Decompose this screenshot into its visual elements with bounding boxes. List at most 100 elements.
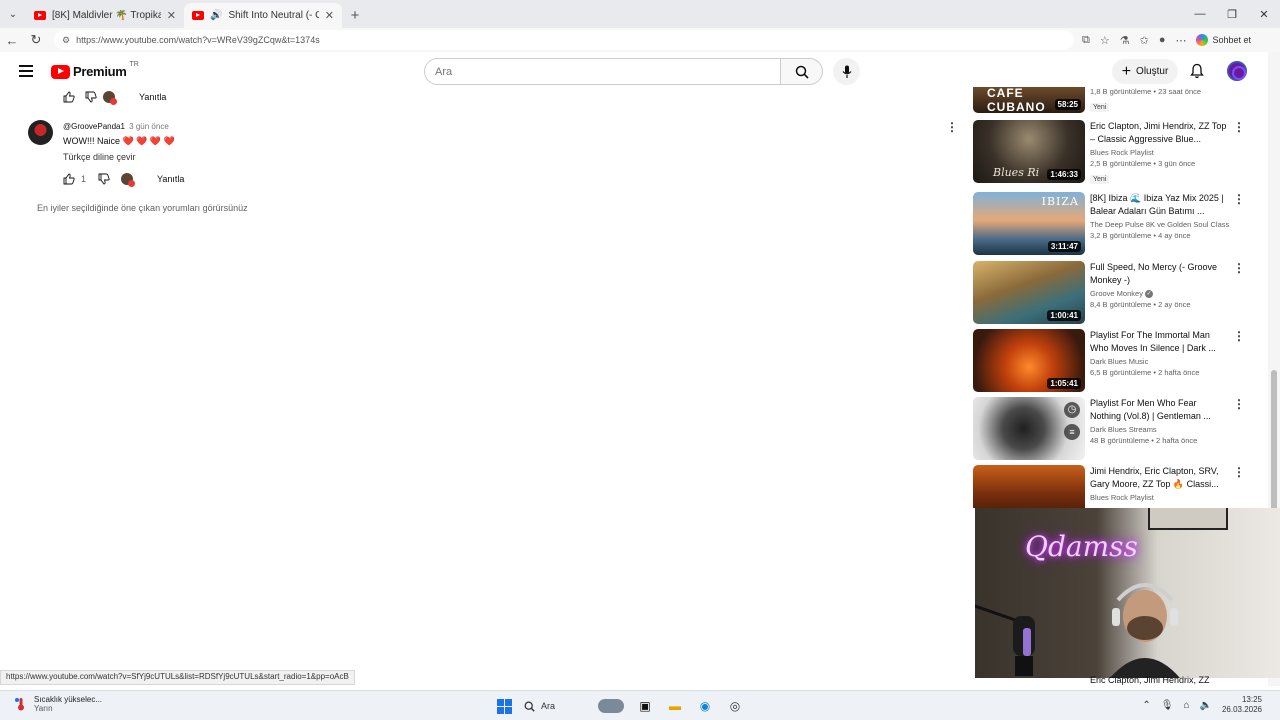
address-bar-actions: ⧉ ☆ ⚗ ✩ ● ⋯ — [1082, 34, 1186, 47]
comments-info-note: En iyiler seçildiğinde öne çıkan yorumla… — [37, 203, 248, 213]
video-thumbnail[interactable]: 1:00:41 — [973, 261, 1085, 324]
creator-heart-avatar — [121, 173, 136, 187]
dislike-thumb-icon[interactable] — [85, 91, 97, 103]
menu-hamburger-icon[interactable] — [19, 65, 33, 77]
system-tray: ⌃ 🎙 ⌂ 🔈 13:25 26.03.2026 — [1142, 695, 1262, 715]
channel-name[interactable]: Dark Blues Streams — [1090, 425, 1230, 434]
translate-link[interactable]: Türkçe diline çevir — [63, 152, 136, 162]
video-more-icon[interactable]: ⋮ — [1233, 465, 1245, 479]
create-button[interactable]: + Oluştur — [1112, 59, 1178, 84]
youtube-favicon-icon — [34, 11, 46, 20]
notifications-bell-icon[interactable] — [1190, 63, 1204, 79]
close-window-icon[interactable]: ✕ — [1248, 0, 1280, 28]
youtube-premium-logo[interactable]: Premium TR — [51, 61, 139, 79]
video-meta: 48 B görüntüleme • 2 hafta önce — [1090, 436, 1198, 445]
thumbnail-text: IBIZA — [1041, 195, 1079, 208]
video-title[interactable]: Eric Clapton, Jimi Hendrix, ZZ Top – Cla… — [1090, 120, 1230, 146]
reload-icon[interactable]: ↻ — [24, 32, 48, 48]
video-thumbnail[interactable]: CAFE CUBANO 58:25 — [973, 87, 1085, 113]
comment-author[interactable]: @GroovePanda1 — [63, 122, 125, 131]
speaker-icon[interactable]: 🔊 — [210, 10, 222, 21]
reply-button[interactable]: Yanıtla — [157, 174, 184, 184]
video-title[interactable]: Playlist For The Immortal Man Who Moves … — [1090, 329, 1230, 355]
taskbar-apps: Ara ▣ ▬ ◉ ◎ — [497, 695, 744, 717]
tab-actions-chevron-icon[interactable]: ⌄ — [0, 0, 26, 28]
channel-name[interactable]: Blues Rock Playlist — [1090, 148, 1230, 157]
tab-close-icon[interactable]: ✕ — [325, 9, 334, 22]
reply-button[interactable]: Yanıtla — [139, 92, 166, 102]
video-card[interactable]: 1:05:41 Playlist For The Immortal Man Wh… — [973, 329, 1253, 393]
video-more-icon[interactable]: ⋮ — [1233, 192, 1245, 206]
browser-tab-1[interactable]: [8K] Maldivler 🌴 Tropikal Derin E ✕ — [26, 3, 184, 28]
maximize-icon[interactable]: ❐ — [1216, 0, 1248, 28]
video-more-icon[interactable]: ⋮ — [1233, 261, 1245, 275]
url-field[interactable]: ⚙ https://www.youtube.com/watch?v=WReV39… — [54, 30, 1074, 50]
video-title[interactable]: [8K] Ibiza 🌊 Ibiza Yaz Mix 2025 | Balear… — [1090, 192, 1230, 218]
channel-name[interactable]: Blues Rock Playlist — [1090, 493, 1230, 502]
channel-name[interactable]: Dark Blues Music — [1090, 357, 1230, 366]
video-title[interactable]: Playlist For Men Who Fear Nothing (Vol.8… — [1090, 397, 1230, 423]
extension-icon[interactable]: ⚗ — [1120, 34, 1130, 47]
watch-later-clock-icon[interactable]: ◷ — [1064, 402, 1080, 418]
weather-widget[interactable]: Sıcaklık yükselec... Yarın — [14, 695, 102, 713]
video-info: Playlist For Men Who Fear Nothing (Vol.8… — [1090, 397, 1230, 445]
comment-time[interactable]: 3 gün önce — [129, 122, 169, 131]
search-button[interactable] — [781, 58, 823, 85]
favorite-star-icon[interactable]: ☆ — [1100, 34, 1110, 47]
profile-icon[interactable]: ● — [1159, 34, 1166, 46]
tray-chevron-icon[interactable]: ⌃ — [1142, 700, 1150, 711]
video-thumbnail[interactable] — [973, 465, 1085, 508]
channel-name[interactable]: Groove Monkey ✓ — [1090, 289, 1230, 299]
video-card[interactable]: Blues Ri 1:46:33 Eric Clapton, Jimi Hend… — [973, 120, 1253, 184]
search-input[interactable] — [435, 65, 780, 78]
minimize-icon[interactable]: — — [1184, 0, 1216, 28]
video-card[interactable]: 1:00:41 Full Speed, No Mercy (- Groove M… — [973, 261, 1253, 325]
file-explorer-icon[interactable]: ▬ — [666, 697, 684, 715]
video-title-partial[interactable]: Eric Clapton, Jimi Hendrix, ZZ — [1090, 675, 1210, 685]
video-duration: 1:05:41 — [1047, 378, 1081, 389]
microphone-tray-icon[interactable]: 🎙 — [1161, 700, 1174, 711]
voice-search-button[interactable] — [833, 58, 860, 85]
app-available-icon[interactable]: ⧉ — [1082, 34, 1090, 47]
browser-tab-2[interactable]: 🔊 Shift Into Neutral (- Groove M ✕ — [184, 3, 342, 28]
dislike-thumb-icon[interactable] — [98, 173, 110, 185]
comment-more-icon[interactable]: ⋮ — [946, 120, 958, 134]
youtube-header: Premium TR + Oluştur — [0, 52, 1268, 92]
site-info-icon[interactable]: ⚙ — [62, 35, 70, 46]
like-thumb-icon[interactable] — [63, 91, 75, 103]
video-more-icon[interactable]: ⋮ — [1233, 329, 1245, 343]
clock[interactable]: 13:25 26.03.2026 — [1222, 695, 1262, 715]
obs-studio-icon[interactable]: ◎ — [726, 697, 744, 715]
network-icon[interactable]: ⌂ — [1183, 700, 1189, 711]
video-thumbnail[interactable]: IBIZA 3:11:47 — [973, 192, 1085, 255]
favorites-icon[interactable]: ✩ — [1140, 34, 1149, 47]
new-tab-plus-icon[interactable]: + — [342, 3, 368, 28]
video-card[interactable]: CAFE CUBANO 58:25 1,8 B görüntüleme • 23… — [973, 87, 1253, 113]
edge-browser-icon[interactable]: ◉ — [696, 697, 714, 715]
task-view-icon[interactable]: ▣ — [636, 697, 654, 715]
video-more-icon[interactable]: ⋮ — [1233, 397, 1245, 411]
more-dots-icon[interactable]: ⋯ — [1175, 34, 1186, 47]
taskbar-search[interactable]: Ara — [524, 695, 624, 717]
video-card[interactable]: ◷ ≡ Playlist For Men Who Fear Nothing (V… — [973, 397, 1253, 461]
back-arrow-icon[interactable]: ← — [0, 33, 24, 48]
video-thumbnail[interactable]: ◷ ≡ — [973, 397, 1085, 460]
video-card[interactable]: IBIZA 3:11:47 [8K] Ibiza 🌊 Ibiza Yaz Mix… — [973, 192, 1253, 256]
video-thumbnail[interactable]: 1:05:41 — [973, 329, 1085, 392]
video-thumbnail[interactable]: Blues Ri 1:46:33 — [973, 120, 1085, 183]
channel-name[interactable]: The Deep Pulse 8K ve Golden Soul Class..… — [1090, 220, 1230, 229]
tab-close-icon[interactable]: ✕ — [167, 9, 176, 22]
search-box[interactable] — [424, 58, 781, 85]
video-title[interactable]: Full Speed, No Mercy (- Groove Monkey -) — [1090, 261, 1230, 287]
video-more-icon[interactable]: ⋮ — [1233, 120, 1245, 134]
volume-icon[interactable]: 🔈 — [1200, 700, 1212, 711]
video-card[interactable]: Jimi Hendrix, Eric Clapton, SRV, Gary Mo… — [973, 465, 1253, 508]
video-title[interactable]: Jimi Hendrix, Eric Clapton, SRV, Gary Mo… — [1090, 465, 1230, 491]
like-thumb-icon[interactable] — [63, 173, 75, 185]
windows-start-icon[interactable] — [497, 698, 512, 714]
video-info: Eric Clapton, Jimi Hendrix, ZZ Top – Cla… — [1090, 120, 1230, 186]
copilot-button[interactable]: Sohbet et — [1196, 34, 1251, 46]
add-to-queue-icon[interactable]: ≡ — [1064, 424, 1080, 440]
commenter-avatar[interactable] — [28, 120, 53, 145]
account-avatar[interactable] — [1227, 61, 1247, 81]
